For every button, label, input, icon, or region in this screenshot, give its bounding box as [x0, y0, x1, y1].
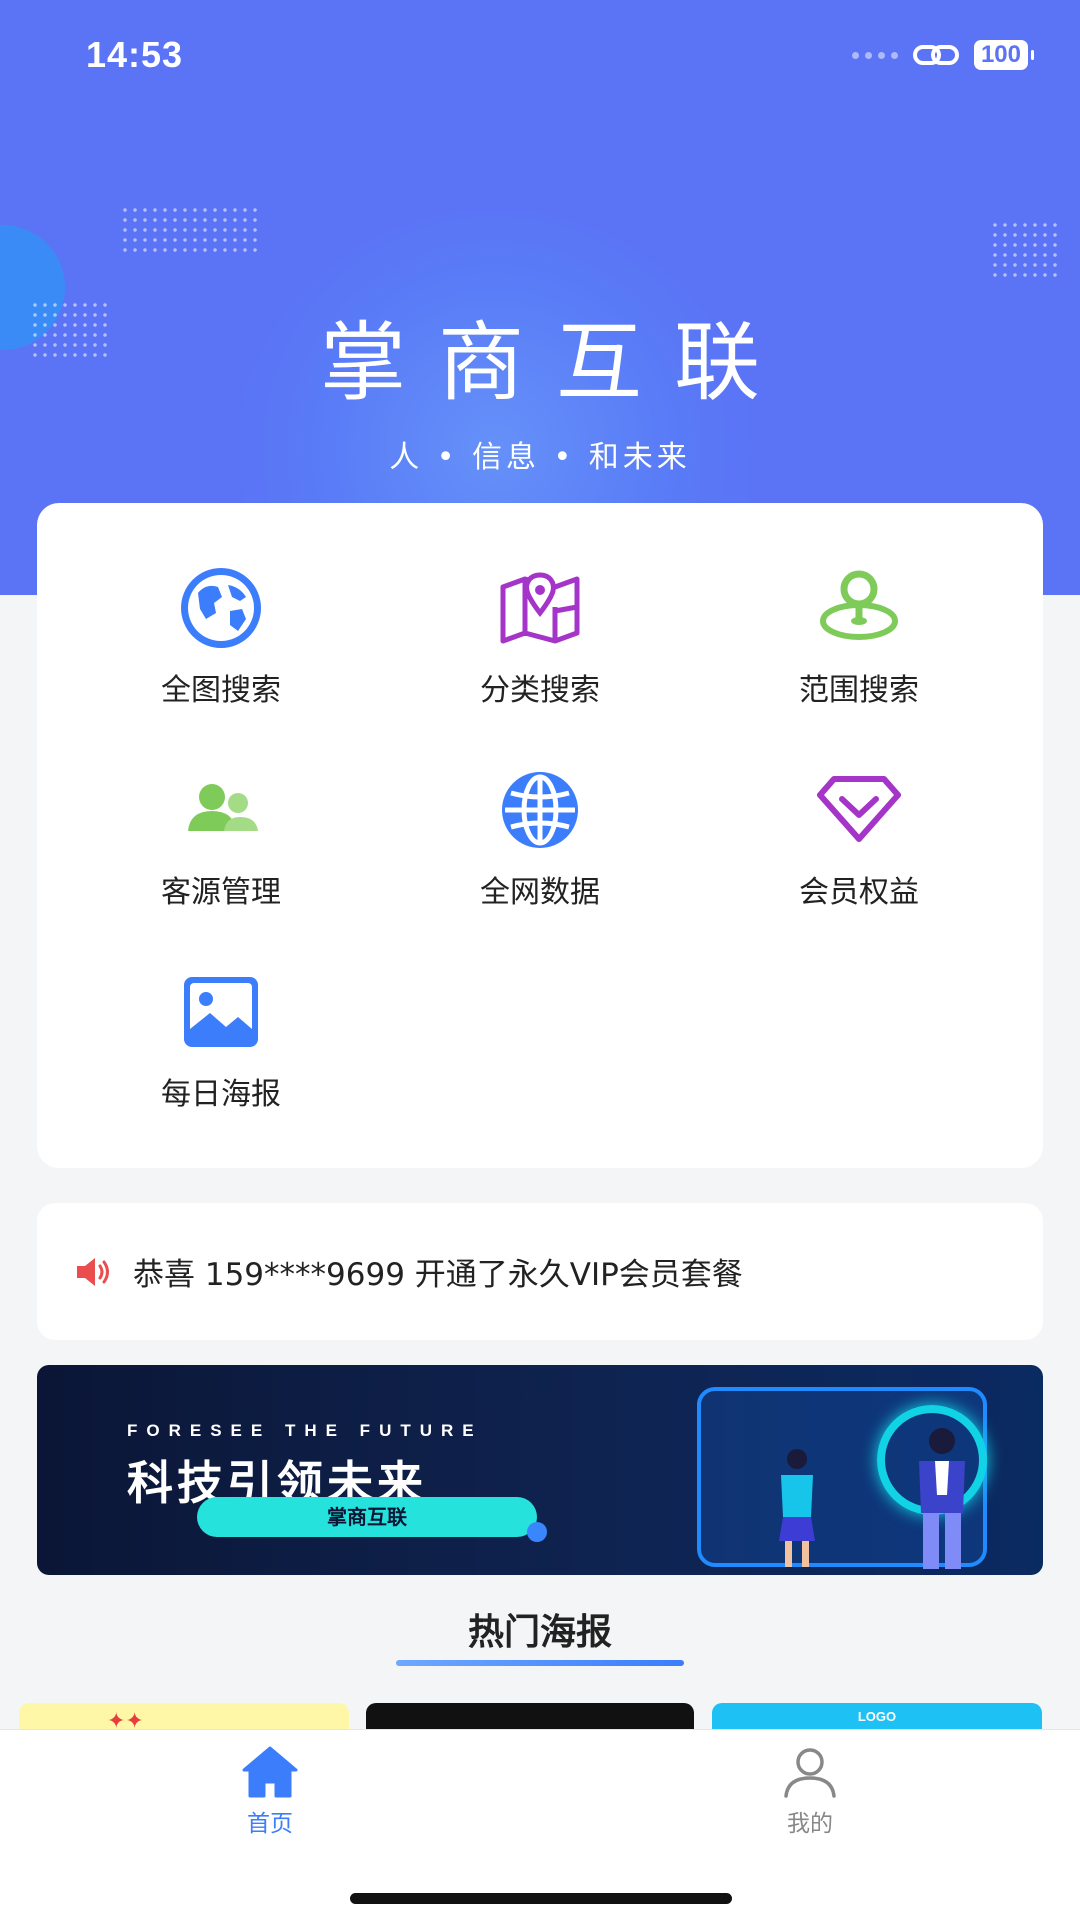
speaker-icon — [77, 1257, 109, 1286]
diamond-icon — [817, 776, 901, 842]
notice-text: 恭喜 159****9699 开通了永久VIP会员套餐 — [133, 1257, 743, 1293]
tab-label: 首页 — [247, 1811, 293, 1837]
globe-grid-icon — [502, 772, 578, 848]
notice-bar[interactable]: 恭喜 159****9699 开通了永久VIP会员套餐 — [37, 1203, 1043, 1340]
feature-label: 全图搜索 — [161, 673, 281, 708]
image-icon — [184, 977, 258, 1047]
feature-daily-poster[interactable]: 每日海报 — [71, 967, 371, 1127]
feature-label: 全网数据 — [480, 875, 600, 910]
location-radius-icon — [820, 570, 898, 640]
signal-icon — [851, 51, 898, 59]
app-title: 掌商互联 — [320, 313, 792, 413]
status-time: 14:53 — [86, 34, 184, 75]
feature-label: 分类搜索 — [480, 673, 600, 708]
person-illustration — [779, 1449, 815, 1567]
home-icon — [242, 1746, 298, 1798]
banner-english-text: FORESEE THE FUTURE — [127, 1421, 483, 1440]
battery-indicator: 100 — [973, 40, 1035, 70]
tab-mine[interactable]: 我的 — [740, 1744, 880, 1838]
feature-label: 范围搜索 — [799, 673, 919, 708]
promo-banner[interactable]: FORESEE THE FUTURE 科技引领未来 掌商互联 — [37, 1365, 1043, 1575]
feature-label: 会员权益 — [799, 875, 919, 910]
section-title-hot-posters: 热门海报 — [467, 1612, 612, 1653]
status-indicators: 100 — [851, 40, 1035, 70]
tab-home[interactable]: 首页 — [200, 1744, 340, 1838]
feature-network-data[interactable]: 全网数据 — [390, 765, 690, 925]
map-pin-icon — [500, 572, 580, 644]
section-title-underline — [396, 1660, 684, 1666]
tab-label: 我的 — [787, 1811, 833, 1837]
feature-label: 客源管理 — [161, 875, 281, 910]
user-icon — [784, 1748, 836, 1798]
banner-pill: 掌商互联 — [197, 1497, 537, 1537]
app-slogan: 人 • 信息 • 和未来 — [389, 440, 691, 475]
carousel-indicator[interactable] — [527, 1522, 547, 1542]
feature-customer-management[interactable]: 客源管理 — [71, 765, 371, 925]
globe-earth-icon — [181, 568, 261, 648]
users-icon — [188, 784, 258, 831]
feature-range-search[interactable]: 范围搜索 — [709, 563, 1009, 723]
feature-category-search[interactable]: 分类搜索 — [390, 563, 690, 723]
feature-full-map-search[interactable]: 全图搜索 — [71, 563, 371, 723]
decorative-dots — [120, 205, 260, 255]
feature-grid: 全图搜索 分类搜索 范围搜索 客源管理 全网数据 会员权益 每日海报 — [37, 503, 1043, 1168]
feature-label: 每日海报 — [161, 1077, 281, 1112]
bottom-tab-bar: 首页 我的 — [0, 1729, 1080, 1920]
decorative-dots — [990, 220, 1060, 280]
link-icon — [912, 45, 959, 65]
home-indicator — [350, 1893, 732, 1904]
poster-logo-text: LOGO — [857, 1709, 897, 1724]
person-illustration — [919, 1428, 965, 1569]
feature-member-benefits[interactable]: 会员权益 — [709, 765, 1009, 925]
